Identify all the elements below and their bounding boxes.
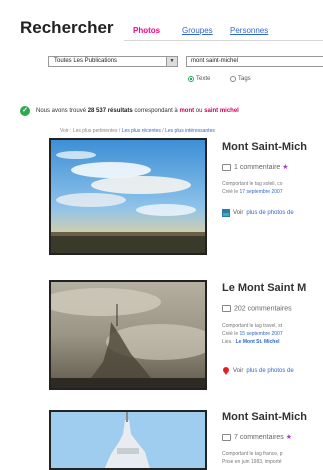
sort-recent-link[interactable]: Les plus récentes	[122, 128, 161, 134]
success-check-icon: ✓	[20, 106, 30, 116]
tab-personnes[interactable]: Personnes	[230, 26, 268, 35]
photo-mont-blue-sky	[51, 412, 205, 468]
see-more-link[interactable]: Voir plus de photos de	[222, 209, 294, 217]
pin-icon	[223, 367, 229, 375]
comment-icon	[222, 163, 231, 171]
photo-thumbnail[interactable]	[49, 410, 207, 470]
photo-thumbnail[interactable]	[49, 280, 207, 390]
radio-tags[interactable]: Tags	[230, 76, 251, 82]
radio-text-label: Texte	[196, 76, 211, 82]
photo-title[interactable]: Mont Saint-Mich	[222, 141, 307, 153]
comment-icon	[222, 433, 231, 441]
results-count: 28 537 résultats	[87, 108, 133, 114]
tab-divider	[124, 40, 323, 41]
sort-options: Voir : Les plus pertinentes / Les plus r…	[60, 128, 215, 134]
sort-interesting-link[interactable]: Les plus intéressantes	[165, 128, 215, 134]
chevron-down-icon[interactable]: ▼	[166, 57, 177, 66]
radio-selected-icon	[188, 76, 194, 82]
comment-count: 202 commentaires	[222, 305, 292, 312]
photo-sky-sunset	[51, 140, 205, 253]
photo-title[interactable]: Mont Saint-Mich	[222, 411, 307, 423]
comment-icon	[222, 305, 231, 312]
radio-tags-label: Tags	[238, 76, 251, 82]
tab-photos[interactable]: Photos	[133, 26, 160, 35]
search-input[interactable]: mont saint-michel	[186, 56, 323, 67]
photo-meta: Comportant le tag france, p Prise en jui…	[222, 451, 283, 465]
photo-icon	[222, 209, 230, 217]
radio-unselected-icon	[230, 76, 236, 82]
comment-count: 7 commentaires ★	[222, 433, 292, 441]
photo-meta: Comportant le tag travel, st Créé le 15 …	[222, 323, 283, 345]
comment-count: 1 commentaire ★	[222, 163, 289, 171]
star-icon[interactable]: ★	[286, 434, 292, 441]
scope-select[interactable]: Toutes Les Publications ▼	[48, 56, 178, 67]
page-title: Rechercher	[20, 18, 114, 37]
scope-select-value: Toutes Les Publications	[54, 58, 118, 64]
sort-current: Voir : Les plus pertinentes	[60, 128, 118, 134]
results-summary: Nous avons trouvé 28 537 résultats corre…	[36, 108, 239, 114]
star-icon[interactable]: ★	[282, 164, 288, 171]
radio-text[interactable]: Texte	[188, 76, 210, 82]
tab-groupes[interactable]: Groupes	[182, 26, 213, 35]
photo-meta: Comportant le tag soleil, co Créé le 17 …	[222, 181, 283, 195]
photo-title[interactable]: Le Mont Saint M	[222, 282, 306, 294]
photo-thumbnail[interactable]	[49, 138, 207, 255]
photo-fog-mont	[51, 282, 205, 388]
see-more-link[interactable]: Voir plus de photos de	[222, 367, 294, 375]
